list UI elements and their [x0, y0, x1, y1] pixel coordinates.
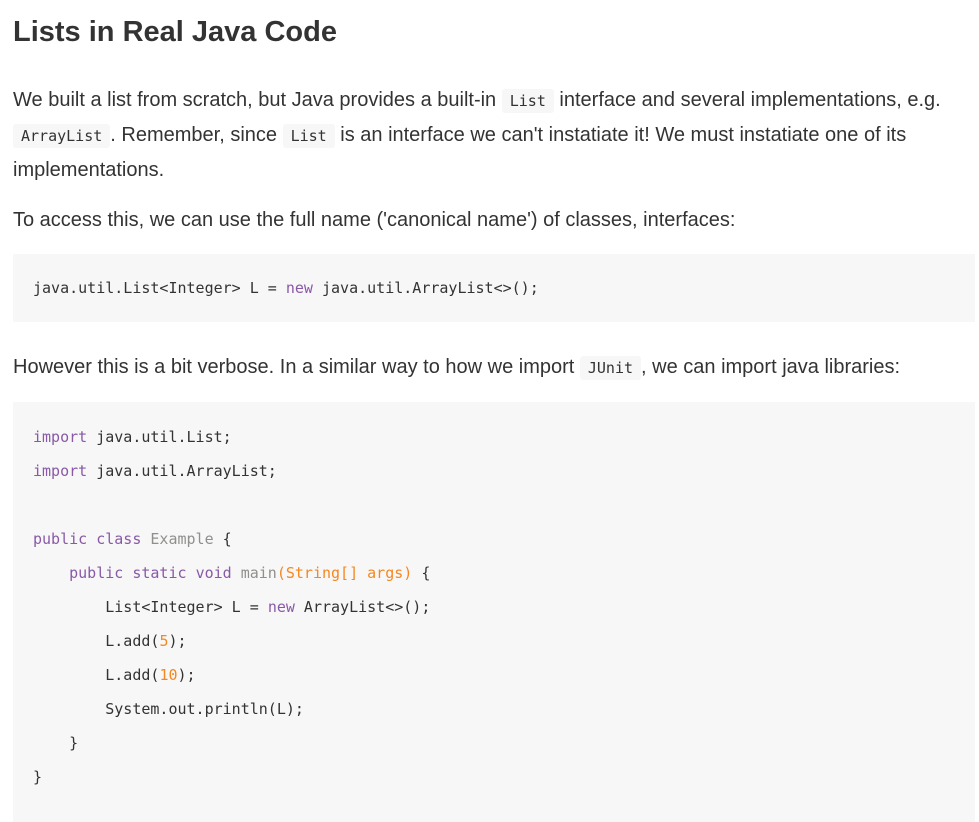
code-text: java.util.ArrayList<>();	[312, 279, 539, 297]
code-line: L.add(5);	[33, 624, 975, 658]
inline-code-arraylist: ArrayList	[13, 124, 111, 148]
code-text: java.util.List<Integer> L =	[33, 279, 286, 297]
keyword-class: class	[96, 530, 142, 548]
inline-code-list: List	[282, 124, 335, 148]
import-paragraph: However this is a bit verbose. In a simi…	[13, 350, 975, 385]
code-line: List<Integer> L = new ArrayList<>();	[33, 590, 975, 624]
code-text: );	[168, 632, 187, 650]
keyword-void: void	[195, 564, 232, 582]
code-text: java.util.List;	[87, 428, 232, 446]
code-block-example[interactable]: import java.util.List; import java.util.A…	[13, 402, 975, 822]
code-text: ArrayList<>();	[294, 598, 431, 616]
code-text: List<Integer> L =	[33, 598, 268, 616]
code-block-canonical[interactable]: java.util.List<Integer> L = new java.uti…	[13, 254, 975, 322]
code-line: import java.util.List;	[33, 420, 975, 454]
inline-code-list: List	[501, 89, 554, 113]
text: , we can import java libraries:	[641, 356, 901, 378]
intro-paragraph: We built a list from scratch, but Java p…	[13, 83, 975, 187]
text: . Remember, since	[110, 124, 283, 146]
method-name: main	[240, 564, 277, 582]
code-text: {	[412, 564, 431, 582]
keyword-static: static	[132, 564, 187, 582]
code-text: L.add(	[33, 666, 160, 684]
canonical-name-paragraph: To access this, we can use the full name…	[13, 209, 736, 231]
keyword-import: import	[33, 462, 88, 480]
keyword-public: public	[69, 564, 124, 582]
keyword-new: new	[285, 279, 313, 297]
text: We built a list from scratch, but Java p…	[13, 89, 502, 111]
number-literal: 10	[159, 666, 178, 684]
keyword-new: new	[267, 598, 295, 616]
code-line: }	[33, 768, 43, 786]
code-text: );	[177, 666, 196, 684]
code-line: import java.util.ArrayList;	[33, 454, 975, 488]
class-name: Example	[150, 530, 214, 548]
code-line: L.add(10);	[33, 658, 975, 692]
code-line: public class Example {	[33, 522, 975, 556]
keyword-public: public	[33, 530, 88, 548]
method-params: (String[] args)	[276, 564, 413, 582]
text: However this is a bit verbose. In a simi…	[13, 356, 580, 378]
code-text: L.add(	[33, 632, 160, 650]
code-text: java.util.ArrayList;	[87, 462, 277, 480]
code-line: public static void main(String[] args) {	[33, 556, 975, 590]
inline-code-junit: JUnit	[579, 356, 642, 380]
code-line: System.out.println(L);	[33, 700, 304, 718]
code-text: {	[213, 530, 232, 548]
page-title: Lists in Real Java Code	[13, 16, 337, 48]
page: Lists in Real Java Code We built a list …	[0, 0, 979, 822]
keyword-import: import	[33, 428, 88, 446]
text: interface and several implementations, e…	[553, 89, 941, 111]
code-line: }	[33, 734, 79, 752]
